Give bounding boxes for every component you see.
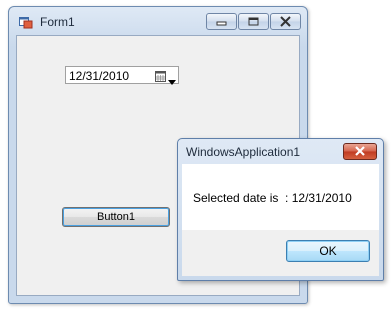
maximize-button[interactable] [238, 13, 269, 30]
button1[interactable]: Button1 [62, 207, 170, 227]
maximize-icon [248, 17, 259, 26]
ok-button[interactable]: OK [286, 240, 370, 262]
close-icon [280, 16, 291, 27]
close-button[interactable] [270, 13, 301, 30]
minimize-button[interactable] [206, 13, 237, 30]
date-picker-value: 12/31/2010 [69, 69, 130, 83]
message-box-close-button[interactable] [343, 143, 377, 160]
date-picker[interactable]: 12/31/2010 [65, 66, 179, 87]
chevron-down-icon[interactable] [168, 72, 176, 90]
message-box-title: WindowsApplication1 [186, 145, 301, 159]
close-icon [355, 146, 365, 156]
minimize-icon [216, 21, 227, 26]
message-box-body: Selected date is : 12/31/2010 [182, 164, 379, 230]
form1-titlebar[interactable]: Form1 [9, 7, 307, 35]
calendar-icon[interactable] [155, 69, 166, 87]
window-title: Form1 [40, 15, 75, 29]
message-text: Selected date is : 12/31/2010 [193, 191, 352, 205]
message-box: WindowsApplication1 Selected date is : 1… [177, 138, 384, 281]
form-icon [19, 16, 33, 29]
message-box-footer: OK [182, 230, 379, 276]
